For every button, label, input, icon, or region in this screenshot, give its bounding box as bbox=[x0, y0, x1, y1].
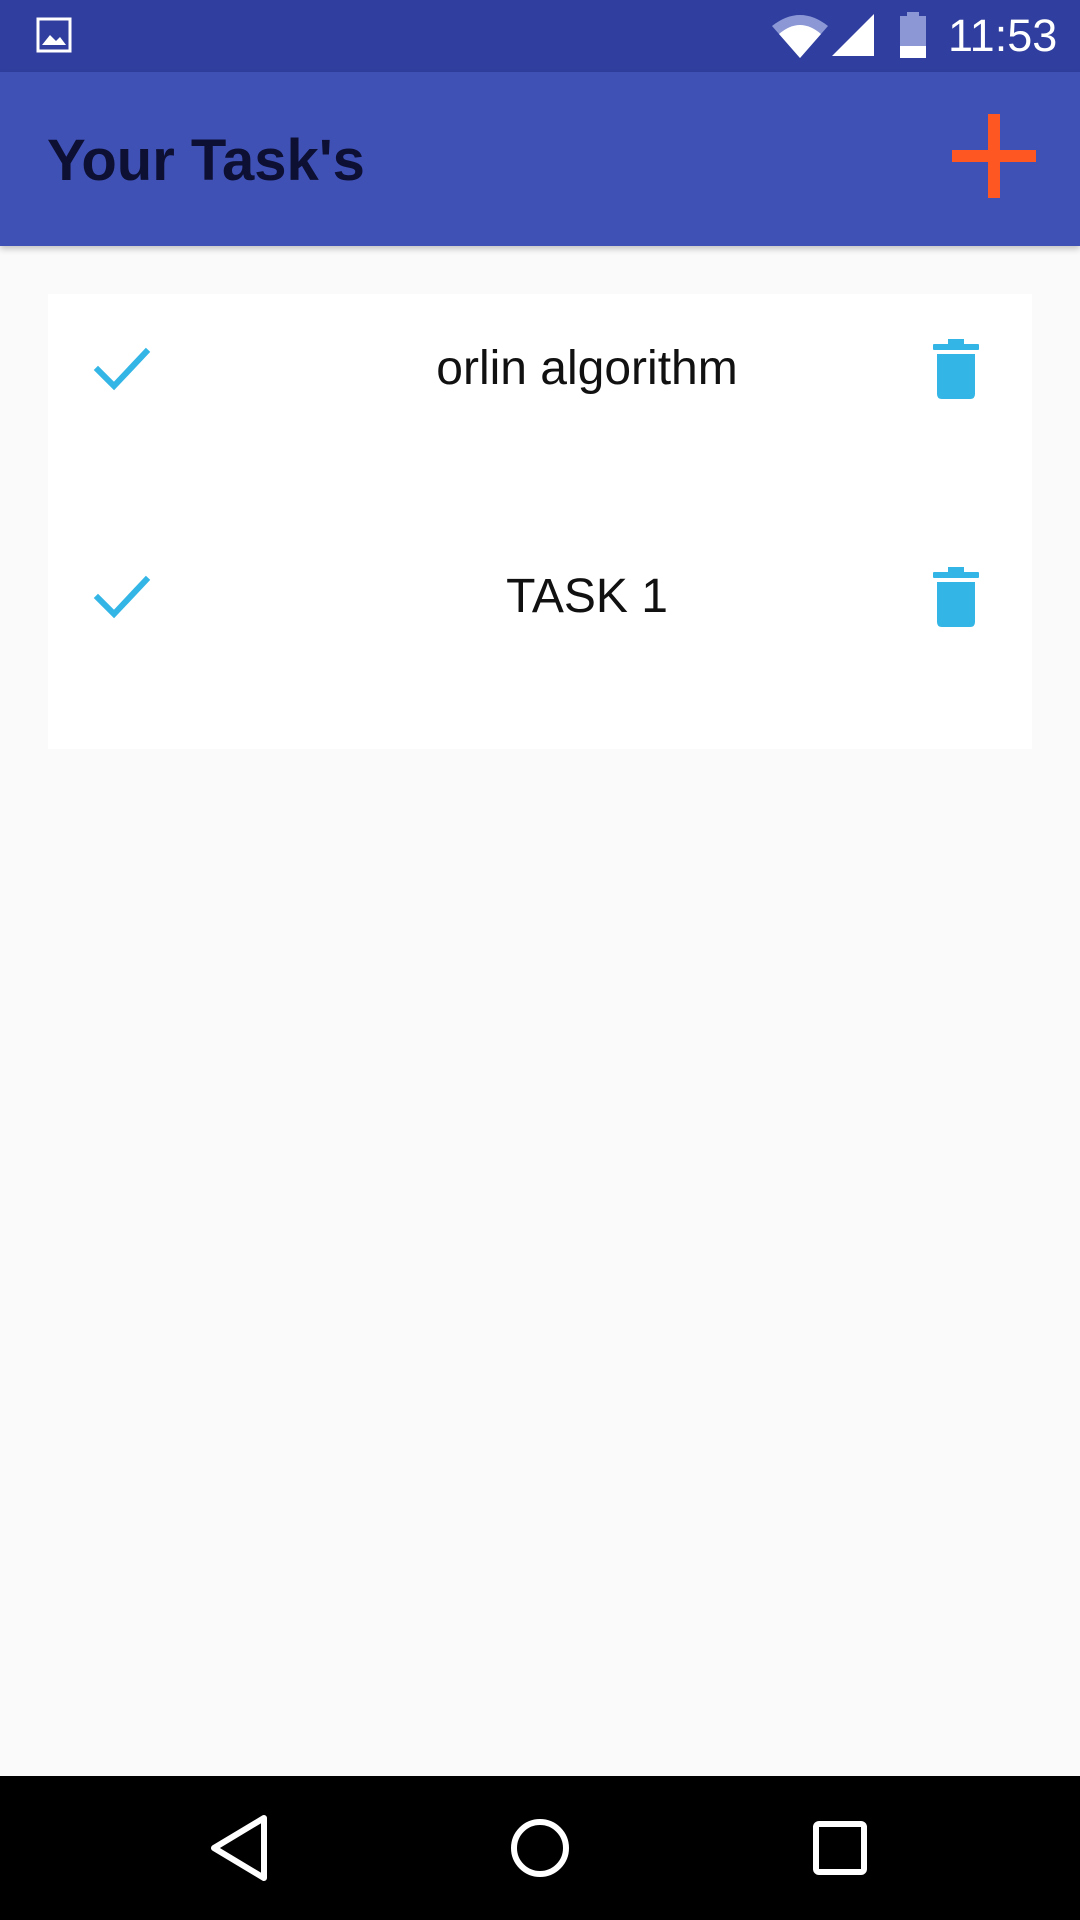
trash-icon[interactable] bbox=[933, 567, 979, 627]
back-icon[interactable] bbox=[198, 1806, 282, 1890]
cell-signal-icon bbox=[832, 14, 874, 56]
recents-icon[interactable] bbox=[798, 1806, 882, 1890]
task-item: TASK 1 bbox=[48, 522, 1032, 672]
navigation-bar bbox=[0, 1776, 1080, 1920]
check-icon[interactable] bbox=[92, 340, 152, 398]
task-list: orlin algorithm TASK 1 bbox=[48, 294, 1032, 749]
trash-icon[interactable] bbox=[933, 339, 979, 399]
home-icon[interactable] bbox=[498, 1806, 582, 1890]
task-title: orlin algorithm bbox=[436, 342, 738, 395]
task-title: TASK 1 bbox=[506, 570, 668, 623]
app-title: Your Task's bbox=[47, 128, 365, 193]
battery-icon bbox=[900, 12, 926, 58]
app-bar: Your Task's bbox=[0, 72, 1080, 246]
status-bar: 11:53 bbox=[0, 0, 1080, 72]
plus-icon[interactable] bbox=[946, 108, 1042, 204]
status-clock: 11:53 bbox=[948, 10, 1058, 61]
task-item: orlin algorithm bbox=[48, 294, 1032, 444]
check-icon[interactable] bbox=[92, 568, 152, 626]
wifi-icon bbox=[772, 15, 828, 58]
gallery-notification-icon bbox=[36, 17, 72, 53]
